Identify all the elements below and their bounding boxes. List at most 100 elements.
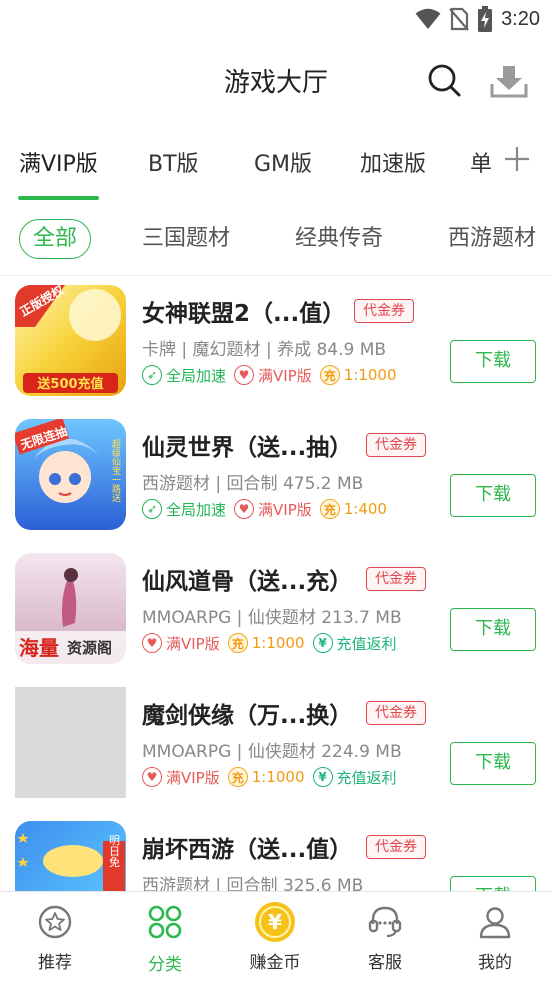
tag-full-vip: ♥ 满VIP版 xyxy=(234,499,312,520)
tag-full-vip: ♥ 满VIP版 xyxy=(142,767,220,788)
tab-speed[interactable]: 加速版 xyxy=(360,146,426,178)
no-sim-icon xyxy=(449,7,469,31)
tab-full-vip[interactable]: 满VIP版 xyxy=(19,146,98,178)
nav-label: 分类 xyxy=(148,955,182,975)
nav-category[interactable]: 分类 xyxy=(110,892,220,983)
voucher-badge: 代金券 xyxy=(354,299,414,323)
tab-gm[interactable]: GM版 xyxy=(254,146,312,178)
headset-icon xyxy=(368,906,402,938)
nav-label: 赚金币 xyxy=(249,953,301,973)
game-meta: MMOARPG | 仙侠题材 213.7 MB xyxy=(142,608,402,628)
game-row[interactable]: 魔剑侠缘（万...换） 代金券 MMOARPG | 仙侠题材 224.9 MB … xyxy=(0,679,552,813)
status-bar: 3:20 xyxy=(0,0,552,38)
tag-rebate: ¥ 充值返利 xyxy=(312,633,397,654)
ratio-coin-icon: 充 xyxy=(227,767,248,787)
category-filters: 全部 三国题材 经典传奇 西游题材 xyxy=(0,202,552,276)
download-button[interactable]: 下载 xyxy=(450,340,536,383)
search-icon[interactable] xyxy=(426,62,462,98)
status-icons: 3:20 xyxy=(415,6,540,32)
nav-label: 推荐 xyxy=(38,953,72,973)
game-cover[interactable]: 无限连抽 超级仙宝一路送 xyxy=(15,419,126,530)
voucher-badge: 代金券 xyxy=(366,433,426,457)
game-tags: ➶ 全局加速 ♥ 满VIP版 充 1:400 xyxy=(142,498,395,520)
app-header: 游戏大厅 xyxy=(0,38,552,124)
status-time: 3:20 xyxy=(501,7,540,30)
user-icon xyxy=(479,907,511,939)
wifi-icon xyxy=(415,8,441,29)
version-tabs: 满VIP版 BT版 GM版 加速版 单 xyxy=(0,124,552,202)
vip-heart-icon: ♥ xyxy=(142,633,162,653)
game-tags: ➶ 全局加速 ♥ 满VIP版 充 1:1000 xyxy=(142,364,405,386)
game-name[interactable]: 仙风道骨（送...充） xyxy=(142,562,352,596)
game-row[interactable]: 海量 资源阁 仙风道骨（送...充） 代金券 MMOARPG | 仙侠题材 21… xyxy=(0,545,552,679)
tag-global-speed: ➶ 全局加速 xyxy=(142,499,226,520)
game-row[interactable]: 无限连抽 超级仙宝一路送 仙灵世界（送...抽） 代金券 西游题材 | 回合制 … xyxy=(0,411,552,545)
category-grid-icon xyxy=(148,905,182,939)
yuan-rebate-icon: ¥ xyxy=(312,767,333,787)
game-cover-placeholder[interactable] xyxy=(15,687,126,798)
game-cover[interactable]: 海量 资源阁 xyxy=(15,553,126,664)
voucher-badge: 代金券 xyxy=(366,567,426,591)
rocket-icon: ➶ xyxy=(142,365,162,385)
game-cover[interactable]: 明日免 xyxy=(15,821,126,891)
battery-charging-icon xyxy=(478,6,493,32)
ratio-coin-icon: 充 xyxy=(227,633,248,653)
cover-side-text: 超级仙宝一路送 xyxy=(110,438,121,503)
coin-glyph: ¥ xyxy=(268,910,282,934)
download-manager-icon[interactable] xyxy=(489,62,529,102)
yuan-rebate-icon: ¥ xyxy=(312,633,333,653)
cover-side-text: 明日免 xyxy=(108,834,121,867)
download-button[interactable]: 下载 xyxy=(450,608,536,651)
nav-earn-coins[interactable]: ¥ 赚金币 xyxy=(220,892,330,983)
game-name[interactable]: 魔剑侠缘（万...换） xyxy=(142,696,352,730)
voucher-badge: 代金券 xyxy=(366,701,426,725)
filter-three-kingdoms[interactable]: 三国题材 xyxy=(142,220,230,252)
tag-rebate: ¥ 充值返利 xyxy=(312,767,397,788)
voucher-badge: 代金券 xyxy=(366,835,426,859)
active-tab-indicator xyxy=(18,196,99,200)
filter-classic-legend[interactable]: 经典传奇 xyxy=(295,220,383,252)
tag-ratio: 充 1:1000 xyxy=(319,365,397,385)
tag-ratio: 充 1:1000 xyxy=(227,633,305,653)
game-name[interactable]: 崩坏西游（送...值） xyxy=(142,830,352,864)
game-cover[interactable]: 正版授权 送500充值 xyxy=(15,285,126,396)
game-row[interactable]: 明日免 崩坏西游（送...值） 代金券 西游题材 | 回合制 325.6 MB … xyxy=(0,813,552,891)
nav-label: 客服 xyxy=(368,953,402,973)
filter-journey-west[interactable]: 西游题材 xyxy=(448,220,536,252)
game-tags: ♥ 满VIP版 充 1:1000 ¥ 充值返利 xyxy=(142,766,405,788)
vip-heart-icon: ♥ xyxy=(234,365,255,385)
download-button[interactable]: 下载 xyxy=(450,742,536,785)
tag-full-vip: ♥ 满VIP版 xyxy=(234,365,312,386)
download-button[interactable]: 下载 xyxy=(450,876,536,891)
game-list: 正版授权 送500充值 女神联盟2（...值） 代金券 卡牌 | 魔幻题材 | … xyxy=(0,277,552,891)
vip-heart-icon: ♥ xyxy=(142,767,162,787)
nav-recommend[interactable]: 推荐 xyxy=(0,892,110,983)
rocket-icon: ➶ xyxy=(142,499,162,519)
game-tags: ♥ 满VIP版 充 1:1000 ¥ 充值返利 xyxy=(142,632,405,654)
page-title: 游戏大厅 xyxy=(223,68,328,98)
game-name[interactable]: 女神联盟2（...值） xyxy=(142,294,345,328)
game-meta: 西游题材 | 回合制 475.2 MB xyxy=(142,474,364,494)
download-button[interactable]: 下载 xyxy=(450,474,536,517)
tab-single[interactable]: 单 xyxy=(470,146,492,178)
nav-label: 我的 xyxy=(478,953,512,973)
cover-promo-sub: 资源阁 xyxy=(67,639,112,657)
tag-ratio: 充 1:1000 xyxy=(227,767,305,787)
ratio-coin-icon: 充 xyxy=(319,365,340,385)
game-meta: MMOARPG | 仙侠题材 224.9 MB xyxy=(142,742,402,762)
vip-heart-icon: ♥ xyxy=(234,499,255,519)
game-meta: 卡牌 | 魔幻题材 | 养成 84.9 MB xyxy=(142,340,387,360)
filter-all[interactable]: 全部 xyxy=(19,219,91,259)
game-name[interactable]: 仙灵世界（送...抽） xyxy=(142,428,352,462)
tag-global-speed: ➶ 全局加速 xyxy=(142,365,226,386)
tab-bt[interactable]: BT版 xyxy=(148,146,199,178)
nav-support[interactable]: 客服 xyxy=(330,892,440,983)
cover-promo-text: 海量 xyxy=(19,636,59,660)
coin-yuan-icon: ¥ xyxy=(255,902,295,942)
bottom-nav: 推荐 分类 ¥ 赚金币 客服 我的 xyxy=(0,891,552,983)
ratio-coin-icon: 充 xyxy=(319,499,340,519)
game-row[interactable]: 正版授权 送500充值 女神联盟2（...值） 代金券 卡牌 | 魔幻题材 | … xyxy=(0,277,552,411)
nav-profile[interactable]: 我的 xyxy=(440,892,550,983)
add-tab-icon[interactable] xyxy=(502,144,532,174)
cover-promo-text: 送500充值 xyxy=(36,376,103,392)
